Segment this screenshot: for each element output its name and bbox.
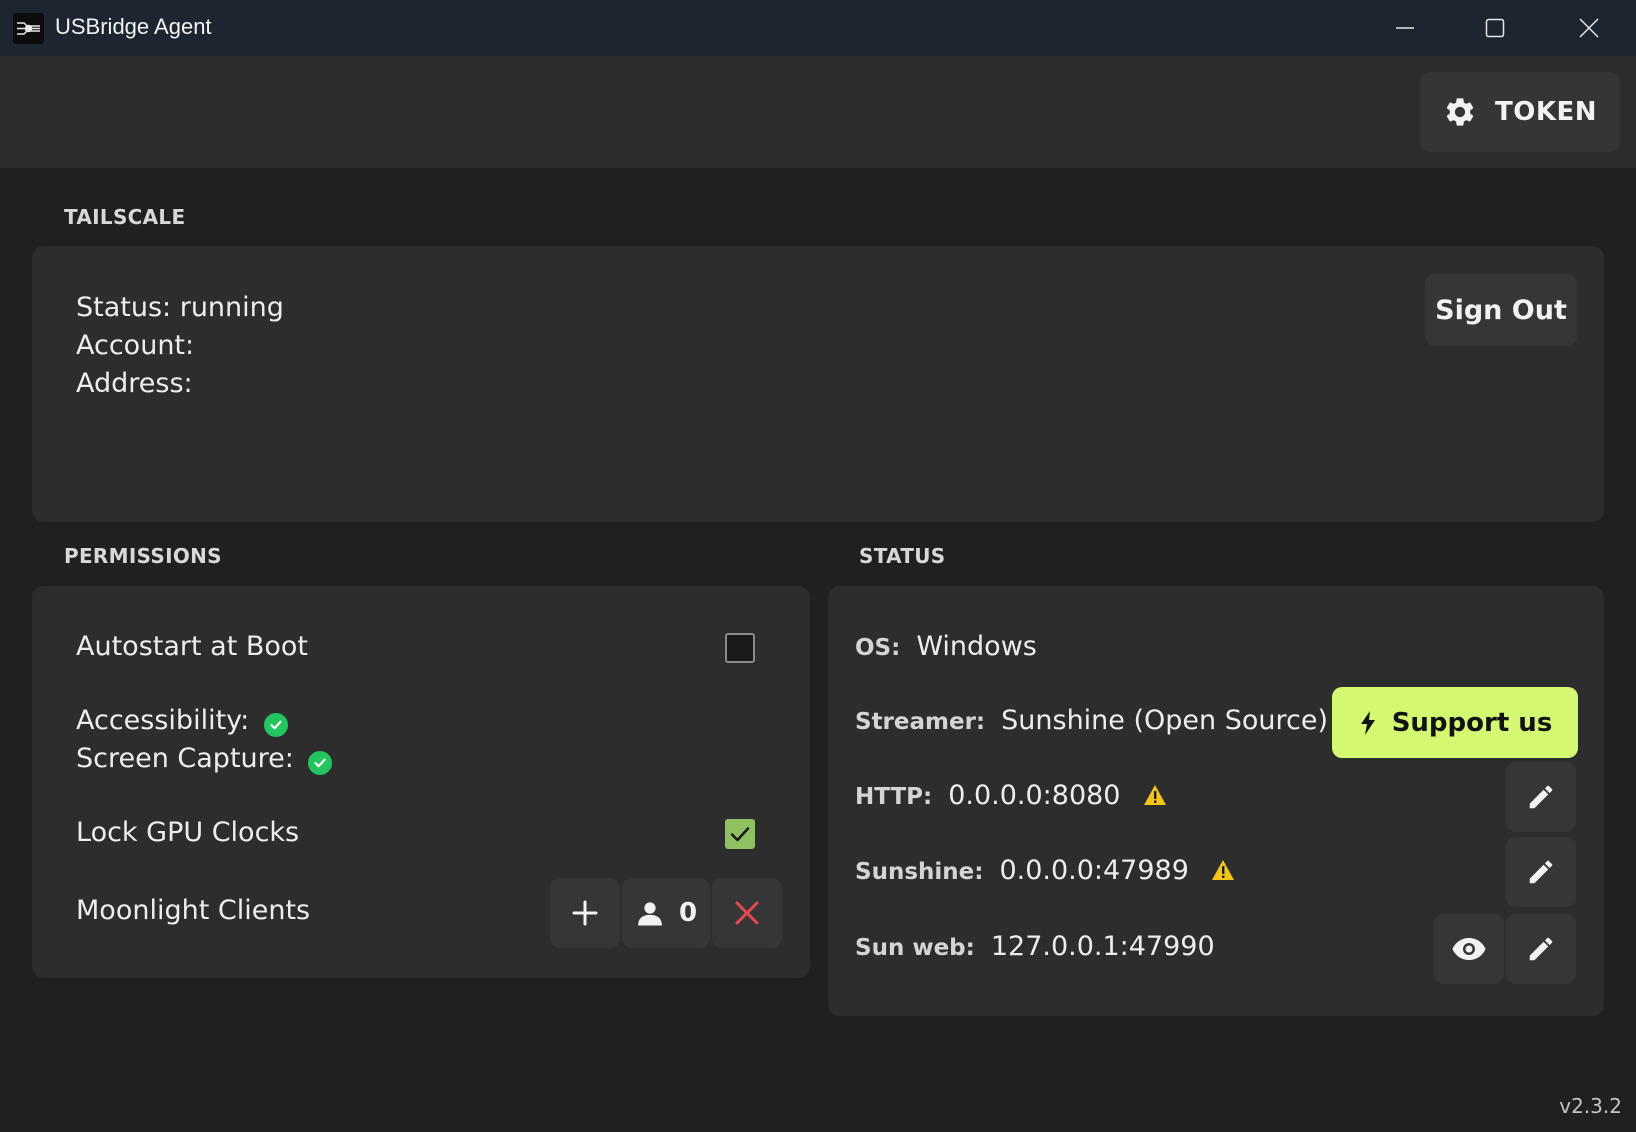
add-client-button[interactable] — [550, 878, 620, 948]
screen-capture-label: Screen Capture: — [76, 743, 294, 774]
support-label: Support us — [1391, 707, 1553, 738]
lock-gpu-checkbox[interactable] — [725, 819, 755, 849]
tailscale-account: Account: — [76, 330, 195, 361]
minimize-button[interactable] — [1360, 0, 1450, 56]
os-row: OS: Windows — [855, 631, 1037, 662]
tailscale-address: Address: — [76, 368, 193, 399]
warning-icon — [1143, 782, 1167, 813]
accessibility-label: Accessibility: — [76, 705, 250, 736]
tailscale-section-title: TAILSCALE — [64, 205, 186, 229]
sunweb-value: 127.0.0.1:47990 — [990, 931, 1215, 962]
plus-icon — [572, 900, 598, 926]
person-icon — [638, 902, 662, 926]
checkmark-icon — [730, 827, 750, 842]
app-logo-icon — [13, 13, 44, 44]
sunshine-row: Sunshine: 0.0.0.0:47989 — [855, 855, 1235, 888]
warning-icon — [1211, 857, 1235, 888]
autostart-label: Autostart at Boot — [76, 631, 309, 662]
tailscale-card — [32, 246, 1604, 522]
autostart-checkbox[interactable] — [725, 633, 755, 663]
gear-icon — [1446, 98, 1474, 126]
os-value: Windows — [916, 631, 1037, 662]
edit-sunshine-button[interactable] — [1506, 837, 1576, 907]
window-title: USBridge Agent — [55, 14, 212, 39]
os-key: OS: — [855, 635, 901, 661]
pencil-icon — [1529, 860, 1553, 884]
streamer-value: Sunshine (Open Source) — [1001, 705, 1328, 736]
clients-count-button[interactable]: 0 — [622, 878, 710, 948]
check-circle-icon — [308, 751, 333, 775]
lock-gpu-label: Lock GPU Clocks — [76, 817, 300, 848]
version-label: v2.3.2 — [1559, 1094, 1622, 1118]
close-icon — [735, 901, 759, 925]
maximize-icon — [1485, 18, 1505, 38]
edit-sunweb-button[interactable] — [1506, 914, 1576, 984]
moonlight-clients-label: Moonlight Clients — [76, 895, 311, 926]
permissions-section-title: PERMISSIONS — [64, 544, 222, 568]
close-icon — [1579, 18, 1599, 38]
tailscale-status: Status: running — [76, 292, 284, 323]
edit-http-button[interactable] — [1506, 762, 1576, 832]
accessibility-row: Accessibility: — [76, 705, 288, 737]
pencil-icon — [1529, 937, 1553, 961]
http-value: 0.0.0.0:8080 — [948, 780, 1121, 811]
streamer-key: Streamer: — [855, 709, 986, 735]
sunweb-key: Sun web: — [855, 935, 975, 961]
close-window-button[interactable] — [1544, 0, 1634, 56]
minimize-icon — [1396, 27, 1414, 29]
sunweb-row: Sun web: 127.0.0.1:47990 — [855, 931, 1215, 962]
http-key: HTTP: — [855, 784, 933, 810]
clients-count: 0 — [678, 898, 698, 928]
token-button[interactable]: TOKEN — [1420, 72, 1620, 152]
view-sunweb-button[interactable] — [1434, 914, 1504, 984]
toolbar: TOKEN — [0, 56, 1636, 168]
maximize-button[interactable] — [1450, 0, 1540, 56]
token-label: TOKEN — [1494, 97, 1597, 127]
http-row: HTTP: 0.0.0.0:8080 — [855, 780, 1167, 813]
status-section-title: STATUS — [859, 544, 946, 568]
sunshine-value: 0.0.0.0:47989 — [999, 855, 1189, 886]
eye-icon — [1452, 938, 1486, 960]
sign-out-button[interactable]: Sign Out — [1425, 274, 1577, 346]
bolt-icon — [1360, 710, 1375, 735]
sunshine-key: Sunshine: — [855, 859, 984, 885]
pencil-icon — [1529, 785, 1553, 809]
title-bar: USBridge Agent — [0, 0, 1636, 56]
support-us-button[interactable]: Support us — [1332, 687, 1578, 758]
screen-capture-row: Screen Capture: — [76, 743, 333, 775]
check-circle-icon — [263, 713, 288, 737]
streamer-row: Streamer: Sunshine (Open Source) — [855, 705, 1328, 736]
remove-clients-button[interactable] — [712, 878, 782, 948]
